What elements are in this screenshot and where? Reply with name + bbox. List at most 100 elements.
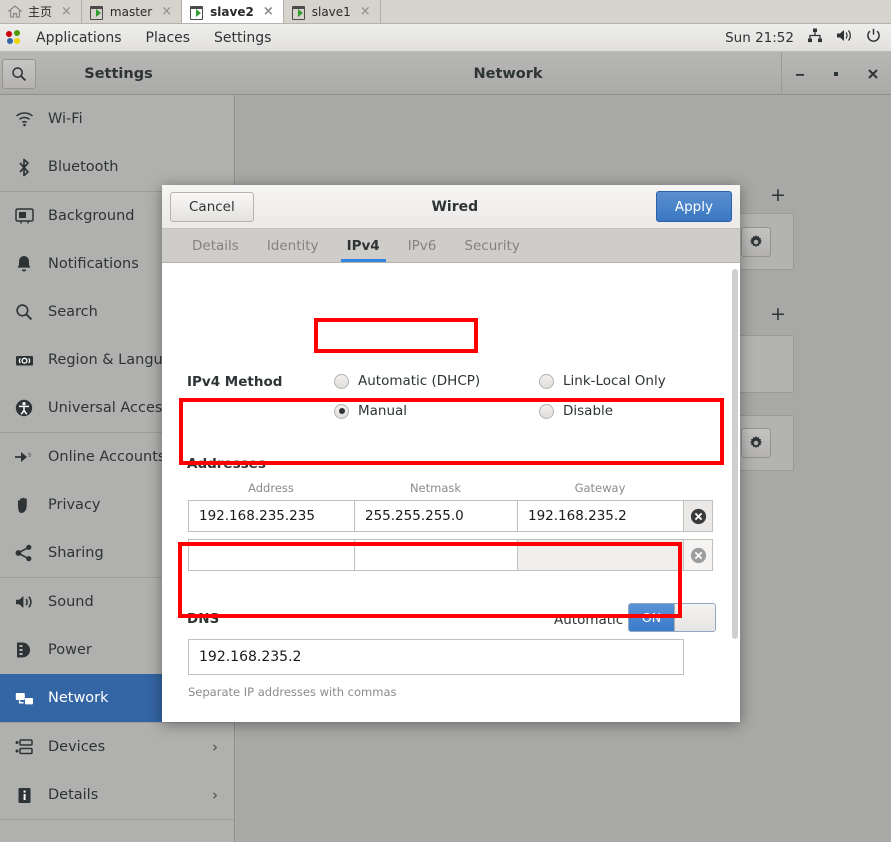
dns-automatic-toggle[interactable]: ON xyxy=(628,603,716,632)
info-icon xyxy=(14,785,34,805)
tab-identity[interactable]: Identity xyxy=(253,229,333,262)
sidebar-item-bluetooth[interactable]: Bluetooth xyxy=(0,143,234,191)
netmask-input-row1[interactable]: 255.255.255.0 xyxy=(354,500,518,532)
radio-label: Disable xyxy=(563,403,614,419)
connection-settings-gear-2[interactable] xyxy=(741,428,771,458)
tab-close-icon[interactable]: × xyxy=(260,5,277,18)
power-icon[interactable] xyxy=(866,28,881,47)
tab-close-icon[interactable]: × xyxy=(58,5,75,18)
sidebar-item-label: Wi-Fi xyxy=(48,111,83,127)
maximize-button[interactable] xyxy=(823,61,849,87)
topbar-menu-settings[interactable]: Settings xyxy=(202,24,283,51)
bluetooth-icon xyxy=(14,157,34,177)
browser-tab-slave2[interactable]: slave2 × xyxy=(182,0,284,23)
sidebar-item-label: Details xyxy=(48,787,99,803)
netmask-input-row2[interactable] xyxy=(354,539,518,571)
address-input-row2[interactable] xyxy=(188,539,355,571)
tab-ipv6[interactable]: IPv6 xyxy=(394,229,451,262)
delete-address-row2-button[interactable] xyxy=(683,539,713,571)
sidebar-item-label: Bluetooth xyxy=(48,159,119,175)
ipv4-method-label: IPv4 Method xyxy=(187,374,283,390)
browser-tab-title: 主页 xyxy=(28,5,53,19)
search-icon xyxy=(14,302,34,322)
dns-hint-text: Separate IP addresses with commas xyxy=(188,685,397,699)
address-input-row1[interactable]: 192.168.235.235 xyxy=(188,500,355,532)
addresses-col-address: Address xyxy=(248,481,294,495)
dns-input[interactable]: 192.168.235.2 xyxy=(188,639,684,675)
window-run-icon xyxy=(291,5,306,20)
topbar-clock[interactable]: Sun 21:52 xyxy=(725,30,794,46)
sidebar-item-label: Devices xyxy=(48,739,106,755)
add-connection-button[interactable]: + xyxy=(768,303,788,325)
radio-label: Manual xyxy=(358,403,408,419)
topbar-menu-places[interactable]: Places xyxy=(134,24,203,51)
browser-tab-slave1[interactable]: slave1 × xyxy=(283,0,381,23)
browser-tab-master[interactable]: master × xyxy=(81,0,183,23)
dialog-scrollbar[interactable] xyxy=(732,269,738,639)
online-accounts-icon: S xyxy=(14,447,34,467)
wired-settings-gear[interactable] xyxy=(741,227,771,257)
browser-tab-home[interactable]: 主页 × xyxy=(0,0,82,23)
volume-icon[interactable] xyxy=(836,28,853,47)
search-icon[interactable] xyxy=(2,58,36,89)
ipv4-settings-content: IPv4 Method Automatic (DHCP) Manual Link… xyxy=(162,263,740,722)
delete-circle-icon xyxy=(690,508,706,524)
add-wired-button[interactable]: + xyxy=(768,184,788,206)
gateway-input-row2[interactable] xyxy=(517,539,684,571)
gateway-input-row1[interactable]: 192.168.235.2 xyxy=(517,500,684,532)
browser-tab-title: slave1 xyxy=(311,4,351,19)
bell-icon xyxy=(14,254,34,274)
browser-tab-title: slave2 xyxy=(210,4,254,19)
addresses-col-gateway: Gateway xyxy=(574,481,626,495)
radio-automatic-dhcp[interactable]: Automatic (DHCP) xyxy=(334,373,480,389)
toggle-on-label: ON xyxy=(629,604,674,631)
tab-close-icon[interactable]: × xyxy=(357,5,374,18)
radio-label: Link-Local Only xyxy=(563,373,666,389)
close-button[interactable] xyxy=(860,61,886,87)
tab-close-icon[interactable]: × xyxy=(158,5,175,18)
topbar-menu-applications[interactable]: Applications xyxy=(24,24,134,51)
apply-button[interactable]: Apply xyxy=(655,191,732,222)
network-icon[interactable] xyxy=(807,28,823,47)
tab-details[interactable]: Details xyxy=(178,229,253,262)
svg-text:S: S xyxy=(28,453,31,459)
radio-manual[interactable]: Manual xyxy=(334,403,407,419)
dns-section-label: DNS xyxy=(187,611,220,627)
wired-connection-dialog: Cancel Wired Apply Details Identity IPv4… xyxy=(162,185,740,722)
hand-privacy-icon xyxy=(14,495,34,515)
home-icon xyxy=(8,5,22,18)
chevron-right-icon: › xyxy=(212,738,218,756)
sidebar-group-system: Devices › Details › xyxy=(0,723,234,820)
radio-disable[interactable]: Disable xyxy=(539,403,613,419)
minimize-button[interactable] xyxy=(787,61,813,87)
chevron-right-icon: › xyxy=(212,786,218,804)
speaker-icon xyxy=(14,592,34,612)
dns-automatic-label: Automatic xyxy=(554,612,624,628)
dialog-title: Wired xyxy=(431,198,479,215)
wifi-icon xyxy=(14,109,34,129)
radio-label: Automatic (DHCP) xyxy=(358,373,481,389)
gear-icon xyxy=(749,436,763,449)
tab-security[interactable]: Security xyxy=(450,229,533,262)
dialog-tab-bar: Details Identity IPv4 IPv6 Security xyxy=(162,229,740,263)
browser-tab-title: master xyxy=(109,4,153,19)
sidebar-item-devices[interactable]: Devices › xyxy=(0,723,234,771)
panel-title: Network xyxy=(473,65,543,82)
sidebar-item-wi-fi[interactable]: Wi-Fi xyxy=(0,95,234,143)
tab-ipv4[interactable]: IPv4 xyxy=(333,229,394,262)
region-language-icon xyxy=(14,350,34,370)
cancel-button[interactable]: Cancel xyxy=(170,191,254,222)
network-icon xyxy=(14,688,34,708)
power-plug-icon xyxy=(14,640,34,660)
radio-indicator xyxy=(539,403,554,419)
gear-icon xyxy=(749,235,763,248)
window-controls xyxy=(781,52,891,95)
delete-circle-icon xyxy=(690,547,706,563)
accessibility-icon xyxy=(14,398,34,418)
sidebar-group-connectivity: Wi-Fi Bluetooth xyxy=(0,95,234,192)
radio-link-local-only[interactable]: Link-Local Only xyxy=(539,373,666,389)
browser-tab-strip: 主页 × master × slave2 × slave1 × xyxy=(0,0,891,24)
delete-address-row1-button[interactable] xyxy=(683,500,713,532)
devices-icon xyxy=(14,737,34,757)
sidebar-item-details[interactable]: Details › xyxy=(0,771,234,819)
